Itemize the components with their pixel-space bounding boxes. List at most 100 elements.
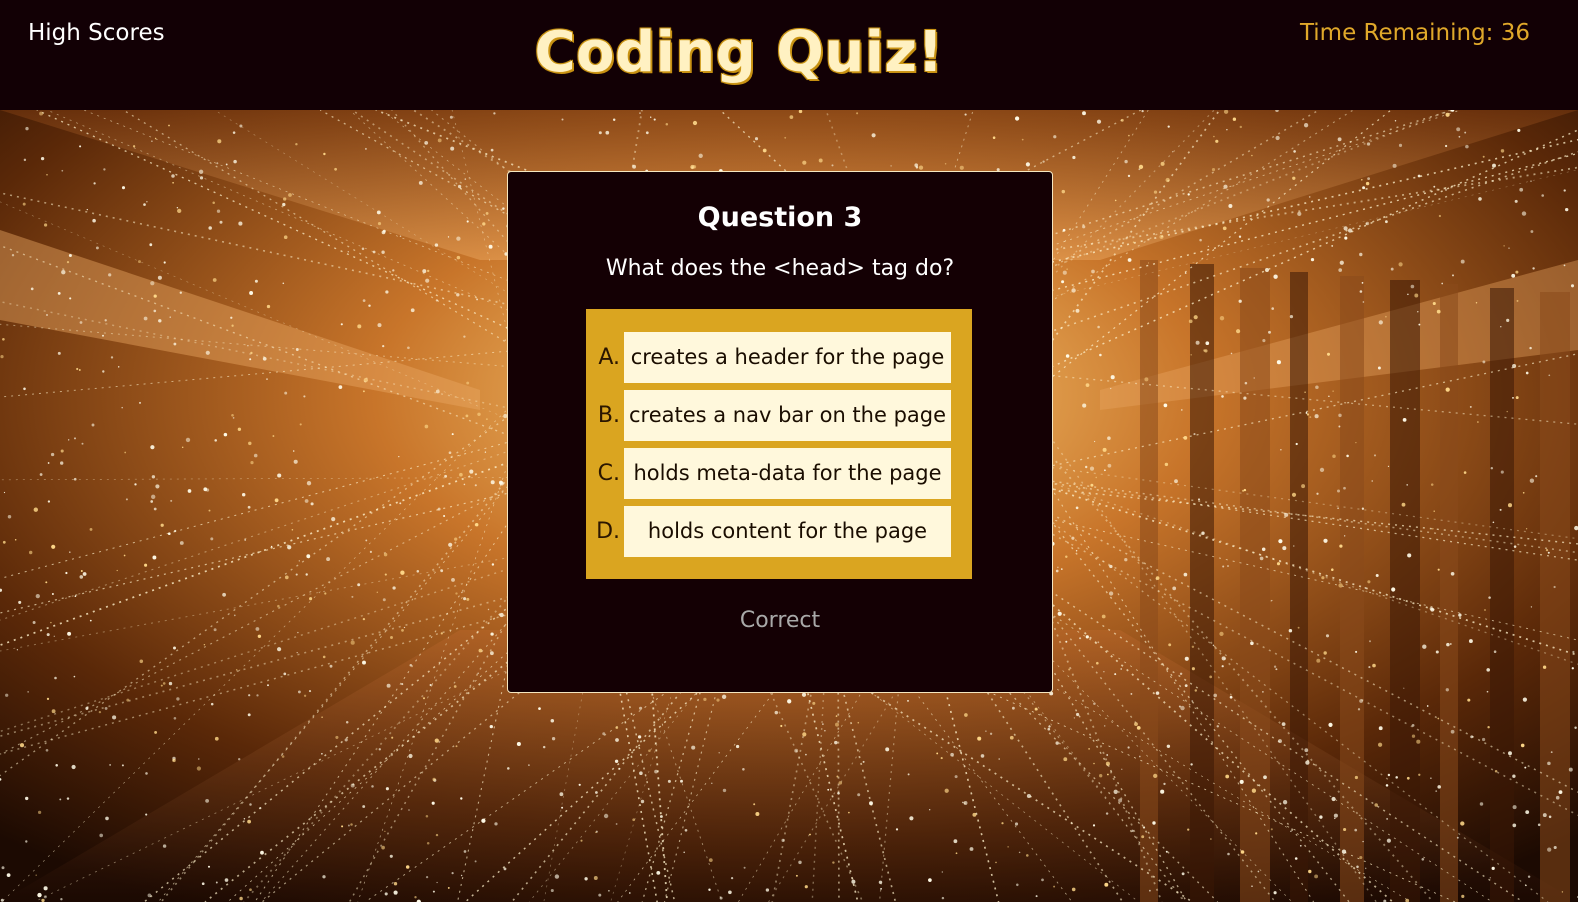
sparkle bbox=[1373, 454, 1377, 457]
sparkle bbox=[179, 541, 184, 545]
sparkle bbox=[168, 124, 170, 127]
sparkle bbox=[1053, 885, 1056, 888]
sparkle bbox=[1361, 507, 1365, 510]
sparkle bbox=[150, 281, 155, 286]
sparkle bbox=[1016, 883, 1019, 887]
sparkle bbox=[1184, 272, 1187, 274]
sparkle bbox=[1563, 264, 1566, 267]
sparkle bbox=[335, 735, 339, 739]
sparkle bbox=[466, 220, 469, 223]
sparkle bbox=[295, 573, 298, 576]
sparkle bbox=[401, 629, 404, 632]
sparkle bbox=[1437, 568, 1440, 571]
sparkle bbox=[249, 803, 252, 806]
sparkle bbox=[1542, 813, 1547, 818]
sparkle bbox=[774, 710, 779, 715]
sparkle bbox=[1085, 383, 1090, 387]
sparkle bbox=[1295, 442, 1298, 446]
page-title: Coding Quiz! bbox=[534, 20, 944, 85]
sparkle bbox=[1301, 484, 1306, 489]
answer-button-a[interactable]: creates a header for the page bbox=[624, 331, 951, 383]
sparkle bbox=[1563, 189, 1566, 192]
sparkle bbox=[466, 381, 470, 385]
sparkle bbox=[1530, 606, 1533, 608]
sparkle bbox=[384, 573, 387, 576]
sparkle bbox=[1500, 470, 1504, 474]
sparkle bbox=[407, 346, 410, 350]
sparkle bbox=[1492, 521, 1495, 524]
sparkle bbox=[1152, 821, 1156, 825]
sparkle bbox=[109, 764, 111, 766]
sparkle bbox=[253, 453, 258, 458]
sparkle bbox=[963, 801, 968, 805]
answer-button-b[interactable]: creates a nav bar on the page bbox=[624, 389, 951, 441]
sparkle bbox=[172, 758, 176, 763]
sparkle bbox=[14, 538, 17, 541]
sparkle bbox=[650, 116, 652, 118]
sparkle bbox=[108, 273, 112, 277]
sparkle bbox=[1221, 656, 1226, 661]
sparkle bbox=[1570, 284, 1575, 288]
sparkle bbox=[1435, 790, 1438, 792]
sparkle bbox=[145, 772, 148, 775]
sparkle bbox=[1331, 244, 1334, 247]
sparkle bbox=[469, 469, 474, 474]
sparkle bbox=[1075, 506, 1079, 510]
sparkle bbox=[895, 828, 899, 831]
sparkle bbox=[1273, 891, 1277, 895]
sparkle bbox=[835, 715, 838, 717]
sparkle bbox=[1337, 507, 1339, 510]
sparkle bbox=[1075, 550, 1078, 552]
sparkle bbox=[288, 193, 292, 197]
sparkle bbox=[1571, 667, 1574, 670]
sparkle bbox=[753, 803, 756, 806]
sparkle bbox=[138, 401, 142, 404]
sparkle bbox=[1527, 875, 1531, 878]
sparkle bbox=[722, 788, 727, 793]
sparkle bbox=[481, 818, 486, 823]
sparkle bbox=[92, 218, 96, 223]
sparkle bbox=[1347, 228, 1353, 233]
sparkle bbox=[425, 815, 429, 818]
sparkle bbox=[1553, 845, 1557, 850]
sparkle bbox=[1250, 641, 1254, 646]
pillar bbox=[1290, 272, 1308, 902]
sparkle bbox=[383, 552, 388, 557]
sparkle bbox=[1464, 131, 1467, 134]
sparkle bbox=[1525, 884, 1527, 887]
sparkle bbox=[1053, 135, 1057, 139]
sparkle bbox=[112, 715, 117, 720]
sparkle bbox=[1346, 454, 1349, 458]
sparkle bbox=[1308, 869, 1312, 874]
sparkle bbox=[436, 881, 438, 884]
sparkle bbox=[437, 138, 442, 143]
sparkle bbox=[1542, 665, 1547, 669]
sparkle bbox=[139, 659, 144, 664]
sparkle bbox=[1401, 502, 1406, 507]
sparkle bbox=[150, 445, 155, 450]
sparkle bbox=[457, 184, 462, 189]
sparkle bbox=[214, 736, 219, 741]
sparkle bbox=[618, 767, 621, 770]
sparkle bbox=[907, 773, 910, 776]
sparkle bbox=[1041, 878, 1044, 882]
sparkle bbox=[1168, 643, 1172, 647]
sparkle bbox=[914, 163, 918, 167]
sparkle bbox=[54, 676, 57, 680]
sparkle bbox=[283, 672, 287, 676]
sparkle bbox=[422, 269, 427, 274]
sparkle bbox=[81, 442, 84, 445]
sparkle bbox=[1374, 803, 1378, 807]
sparkle bbox=[1163, 782, 1166, 786]
sparkle bbox=[907, 699, 909, 702]
sparkle bbox=[393, 890, 398, 895]
sparkle bbox=[138, 260, 141, 264]
sparkle bbox=[832, 861, 835, 864]
sparkle bbox=[149, 243, 153, 247]
sparkle bbox=[1309, 416, 1312, 419]
answer-button-c[interactable]: holds meta-data for the page bbox=[624, 447, 951, 499]
sparkle bbox=[1468, 639, 1473, 644]
sparkle bbox=[1238, 235, 1242, 238]
answer-button-d[interactable]: holds content for the page bbox=[624, 505, 951, 557]
sparkle bbox=[357, 583, 361, 587]
